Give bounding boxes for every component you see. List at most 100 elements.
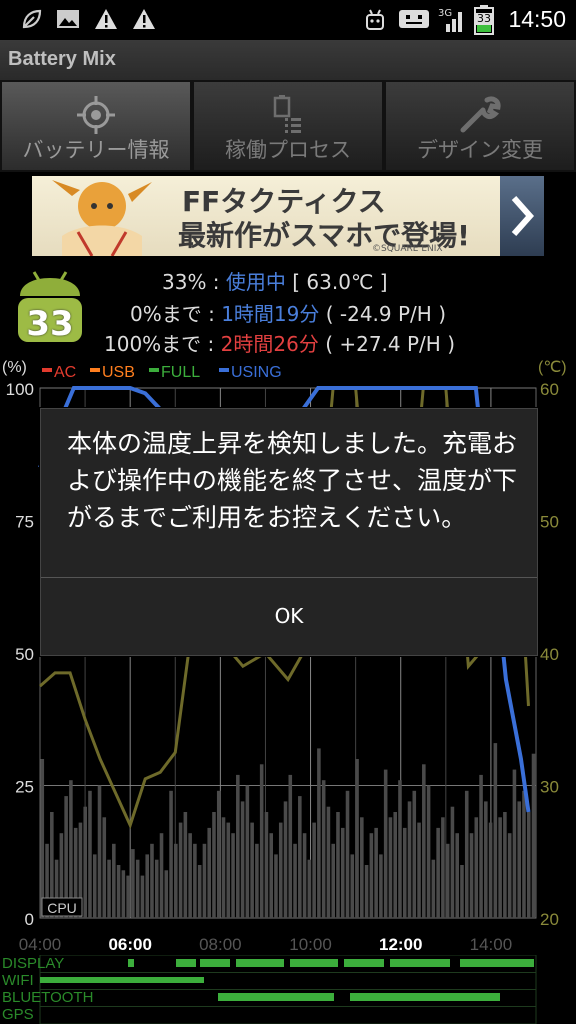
gps-label: GPS xyxy=(2,1006,34,1023)
ad-arrow-button[interactable] xyxy=(500,176,544,256)
cpu-bar xyxy=(126,875,130,918)
cpu-bar xyxy=(169,790,173,918)
cpu-bar xyxy=(493,743,498,918)
time-to-full-value: 2時間26分 xyxy=(220,332,319,356)
cpu-bar xyxy=(112,843,116,918)
ok-button[interactable]: OK xyxy=(41,578,537,655)
cpu-bar xyxy=(131,849,135,918)
tab-design-change[interactable]: デザイン変更 xyxy=(386,82,574,170)
cpu-bar xyxy=(355,759,359,918)
cpu-bar xyxy=(503,812,507,918)
cpu-bar xyxy=(278,822,283,918)
cpu-bar xyxy=(207,827,211,918)
battery-state: 使用中 xyxy=(225,270,286,294)
cpu-bar xyxy=(531,753,536,918)
cpu-bar xyxy=(174,843,178,918)
cpu-bar xyxy=(145,854,149,918)
cpu-bar xyxy=(517,801,521,918)
time-to-empty-row: 0%まで : 1時間19分 ( -24.9 P/H ) xyxy=(130,298,446,327)
cpu-bar xyxy=(488,822,493,918)
cpu-bar xyxy=(255,843,259,918)
overheat-dialog: 本体の温度上昇を検知しました。充電および操作中の機能を終了させ、温度が下がるまで… xyxy=(40,408,538,656)
separator: : xyxy=(206,270,226,294)
battery-level: 33 xyxy=(474,13,494,25)
cpu-bar xyxy=(402,827,407,918)
dialog-message: 本体の温度上昇を検知しました。充電および操作中の機能を終了させ、温度が下がるまで… xyxy=(67,429,518,532)
y-tick-right: 30 xyxy=(540,778,559,797)
tab-battery-info[interactable]: バッテリー情報 xyxy=(2,82,190,170)
tab-running-processes[interactable]: 稼働プロセス xyxy=(194,82,382,170)
image-icon xyxy=(56,8,80,32)
cpu-bar xyxy=(307,859,312,918)
cpu-bar xyxy=(140,875,145,918)
separator: : xyxy=(201,332,221,356)
cpu-bar xyxy=(269,833,273,918)
battery-status-row: 33% : 使用中 [ 63.0℃ ] xyxy=(162,266,388,295)
cpu-bar xyxy=(393,812,397,918)
cpu-bar xyxy=(431,859,436,918)
cpu-bar xyxy=(312,822,316,918)
cpu-bar xyxy=(216,790,221,918)
tab-label: デザイン変更 xyxy=(417,138,543,162)
cpu-bar xyxy=(460,865,464,918)
charge-rate: ( +27.4 P/H ) xyxy=(325,332,455,356)
cpu-bar xyxy=(302,833,307,918)
cpu-bar xyxy=(526,812,531,918)
legend-swatch xyxy=(90,368,100,372)
cpu-bar xyxy=(193,843,197,918)
cpu-bar xyxy=(374,827,378,918)
cpu-bar xyxy=(197,865,202,918)
cpu-bar xyxy=(188,833,192,918)
y-axis-label-left: (%) xyxy=(2,359,27,376)
warning-icon xyxy=(94,8,118,32)
cpu-bar xyxy=(97,785,102,918)
y-tick-left: 0 xyxy=(25,910,34,929)
clock: 14:50 xyxy=(508,6,566,32)
legend-entry: FULL xyxy=(161,364,200,381)
cpu-bar xyxy=(102,817,107,918)
y-tick-right: 20 xyxy=(540,910,559,929)
cpu-bar xyxy=(236,774,240,918)
cpu-bar xyxy=(250,822,254,918)
legend-entry: AC xyxy=(54,364,76,381)
cpu-bar xyxy=(340,827,345,918)
cpu-bar xyxy=(321,780,326,918)
battery-badge-value: 33 xyxy=(26,304,74,344)
chevron-right-icon xyxy=(511,196,535,236)
cpu-bar xyxy=(221,817,226,918)
cpu-bar xyxy=(450,806,455,918)
time-to-full-row: 100%まで : 2時間26分 ( +27.4 P/H ) xyxy=(104,328,455,357)
warning-icon xyxy=(132,8,156,32)
bluetooth-label: BLUETOOTH xyxy=(2,989,94,1006)
legend-swatch xyxy=(149,368,159,372)
cpu-bar xyxy=(293,843,297,918)
x-tick: 12:00 xyxy=(379,935,422,954)
cpu-bar xyxy=(88,790,92,918)
cpu-bar xyxy=(240,801,245,918)
tab-bar: バッテリー情報 稼働プロセス デザイン変更 xyxy=(0,80,576,172)
cpu-bar xyxy=(92,854,97,918)
y-tick-right: 60 xyxy=(540,380,559,399)
separator: : xyxy=(201,302,222,326)
ad-banner[interactable]: FFタクティクス 最新作がスマホで登場! ©SQUARE ENIX xyxy=(32,176,544,256)
cpu-bar xyxy=(422,764,426,918)
signal-icon: 3G xyxy=(438,8,466,32)
cpu-bar xyxy=(212,812,216,918)
cpu-bar xyxy=(336,812,340,918)
cpu-bar xyxy=(159,833,164,918)
discharge-rate: ( -24.9 P/H ) xyxy=(325,302,446,326)
cpu-bar xyxy=(298,796,302,918)
cpu-bar xyxy=(512,769,517,918)
cpu-bar xyxy=(135,859,140,918)
cpu-bar xyxy=(507,833,512,918)
android-debug-icon xyxy=(362,8,386,32)
cpu-bar xyxy=(345,790,350,918)
usb-icon xyxy=(398,8,430,32)
time-to-empty-value: 1時間19分 xyxy=(221,302,320,326)
app-title: Battery Mix xyxy=(8,48,116,70)
y-tick-left: 25 xyxy=(15,778,34,797)
legend-entry: USING xyxy=(231,364,282,381)
time-to-empty-label: 0%まで xyxy=(130,302,202,326)
cpu-bar xyxy=(150,843,154,918)
cpu-bar xyxy=(317,748,321,918)
